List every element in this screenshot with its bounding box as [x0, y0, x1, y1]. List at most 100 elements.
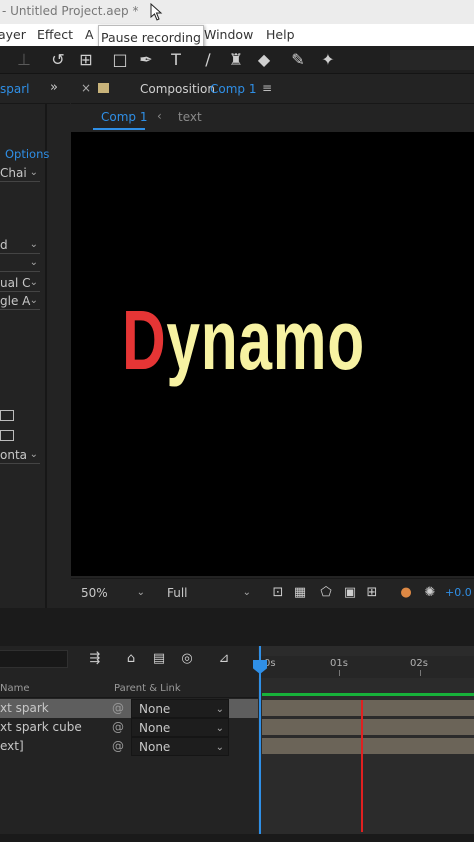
name-column-header[interactable]: Name [0, 680, 30, 698]
parent-value: None [139, 740, 171, 754]
puppet-icon[interactable]: ✦ [318, 50, 338, 70]
viewer-controls-bar: 50% ⌄ Full ⌄ ⊡ ▦ ⬠ ▣ ⊞ ● ✺ +0.0 [71, 578, 474, 606]
align-icon[interactable] [0, 410, 14, 421]
layer-name[interactable]: ext] [0, 737, 24, 756]
bottom-status-strip [0, 834, 474, 842]
parent-dropdown[interactable]: None ⌄ [131, 699, 229, 718]
work-area-bar[interactable] [262, 693, 474, 696]
option-dropdown-1-value: d [0, 238, 8, 252]
menu-icon[interactable]: ≡ [262, 81, 272, 95]
menu-window[interactable]: Window [204, 24, 253, 46]
snapshot-icon[interactable]: ⊞ [363, 584, 381, 602]
layer-row[interactable]: ext] @ None ⌄ [0, 737, 258, 756]
chevron-down-icon: ⌄ [29, 257, 38, 268]
menu-animation[interactable]: A [85, 24, 94, 46]
layer-row[interactable]: xt spark cube @ None ⌄ [0, 718, 258, 737]
rectangle-icon[interactable]: □ [110, 50, 130, 70]
rotate-icon[interactable]: ↺ [48, 50, 68, 70]
panel-tab-sparkle[interactable]: sparl [0, 82, 30, 96]
chevron-down-icon: ⌄ [242, 587, 251, 598]
parent-value: None [139, 721, 171, 735]
close-icon[interactable]: × [81, 81, 91, 95]
layer-name[interactable]: xt spark cube [0, 718, 82, 737]
align-icon[interactable] [0, 430, 14, 441]
layer-row[interactable]: xt spark @ None ⌄ [0, 699, 258, 718]
composition-label: Composition [140, 82, 215, 96]
chevron-down-icon: ⌄ [215, 704, 224, 715]
dynamo-text-layer[interactable]: Dynamo [122, 290, 365, 390]
timeline-ruler[interactable]: 0s 01s 02s [258, 656, 474, 678]
roto-icon[interactable]: ✎ [288, 50, 308, 70]
parent-value: None [139, 702, 171, 716]
composition-panel-header: × Composition Comp 1 ≡ [71, 74, 474, 104]
chevron-down-icon: ⌄ [215, 742, 224, 753]
camera-icon[interactable]: ✺ [421, 584, 439, 602]
pin-icon[interactable]: ⊥ [14, 50, 34, 70]
option-dropdown-3-value: ual C [0, 276, 31, 290]
color-channels-icon[interactable]: ● [397, 584, 415, 602]
graph-editor-icon[interactable]: ⊿ [215, 650, 233, 668]
graph-icon[interactable]: ⇶ [86, 650, 104, 668]
option-dropdown-4[interactable]: gle A ⌄ [0, 292, 40, 310]
composition-icon [98, 83, 109, 93]
mouse-cursor-icon [150, 3, 163, 21]
nav-next-comp[interactable]: text [178, 110, 202, 124]
exposure-value[interactable]: +0.0 [445, 586, 472, 599]
pickwhip-icon[interactable]: @ [110, 738, 126, 754]
current-time-indicator[interactable] [259, 646, 261, 834]
toolbar-workspace-area [390, 50, 474, 70]
stamp-icon[interactable]: ♜ [226, 50, 246, 70]
menu-effect[interactable]: Effect [37, 24, 73, 46]
motion-blur-icon[interactable]: ◎ [178, 650, 196, 668]
char-dropdown-value: Chai [0, 166, 27, 180]
panel-divider [0, 608, 474, 646]
chevron-down-icon: ⌄ [29, 295, 38, 306]
panel-overflow-icon[interactable]: » [50, 80, 58, 95]
parent-dropdown[interactable]: None ⌄ [131, 737, 229, 756]
option-dropdown-5[interactable]: onta ⌄ [0, 446, 40, 464]
parent-column-header[interactable]: Parent & Link [114, 680, 181, 698]
window-title: - Untitled Project.aep * [2, 4, 139, 18]
layer-name[interactable]: xt spark [0, 699, 49, 718]
frame-blend-icon[interactable]: ▤ [150, 650, 168, 668]
chevron-down-icon: ⌄ [136, 587, 145, 598]
layer-column-header: Name Parent & Link [0, 680, 258, 698]
option-dropdown-2[interactable]: ⌄ [0, 254, 40, 272]
ruler-label: 01s [330, 658, 348, 669]
type-icon[interactable]: T [166, 50, 186, 70]
composition-navigator: Comp 1 ‹ text [71, 104, 474, 132]
timeline-search-input[interactable] [0, 650, 68, 668]
resolution-dropdown[interactable]: Full ⌄ [167, 584, 253, 602]
parent-dropdown[interactable]: None ⌄ [131, 718, 229, 737]
eraser-icon[interactable]: ◆ [254, 50, 274, 70]
menu-help[interactable]: Help [266, 24, 295, 46]
zoom-value: 50% [81, 586, 108, 600]
brush-icon[interactable]: ∕ [198, 50, 218, 70]
transparency-grid-icon[interactable]: ▦ [291, 584, 309, 602]
guides-icon[interactable]: ▣ [341, 584, 359, 602]
option-dropdown-3[interactable]: ual C ⌄ [0, 274, 40, 292]
zoom-dropdown[interactable]: 50% ⌄ [81, 584, 147, 602]
pen-icon[interactable]: ✒ [136, 50, 156, 70]
char-dropdown[interactable]: Chai ⌄ [0, 164, 40, 182]
chevron-down-icon: ⌄ [29, 449, 38, 460]
region-of-interest-icon[interactable]: ⊡ [269, 584, 287, 602]
text-first-letter: D [122, 293, 167, 387]
menu-layer[interactable]: ayer [0, 24, 26, 46]
mask-visibility-icon[interactable]: ⬠ [317, 584, 335, 602]
layer-duration-bar[interactable] [262, 738, 474, 754]
red-marker-line [361, 700, 363, 832]
nav-active-comp[interactable]: Comp 1 [101, 110, 147, 124]
shy-icon[interactable]: ⌂ [122, 650, 140, 668]
pickwhip-icon[interactable]: @ [110, 700, 126, 716]
option-dropdown-1[interactable]: d ⌄ [0, 236, 40, 254]
camera-orbit-icon[interactable]: ⊞ [76, 50, 96, 70]
composition-name[interactable]: Comp 1 [210, 82, 256, 96]
options-link[interactable]: Options [5, 147, 49, 161]
option-dropdown-5-value: onta [0, 448, 28, 462]
pickwhip-icon[interactable]: @ [110, 719, 126, 735]
layer-duration-bar[interactable] [262, 700, 474, 716]
layer-duration-bar[interactable] [262, 719, 474, 735]
option-dropdown-4-value: gle A [0, 294, 31, 308]
active-tab-indicator [93, 128, 145, 130]
